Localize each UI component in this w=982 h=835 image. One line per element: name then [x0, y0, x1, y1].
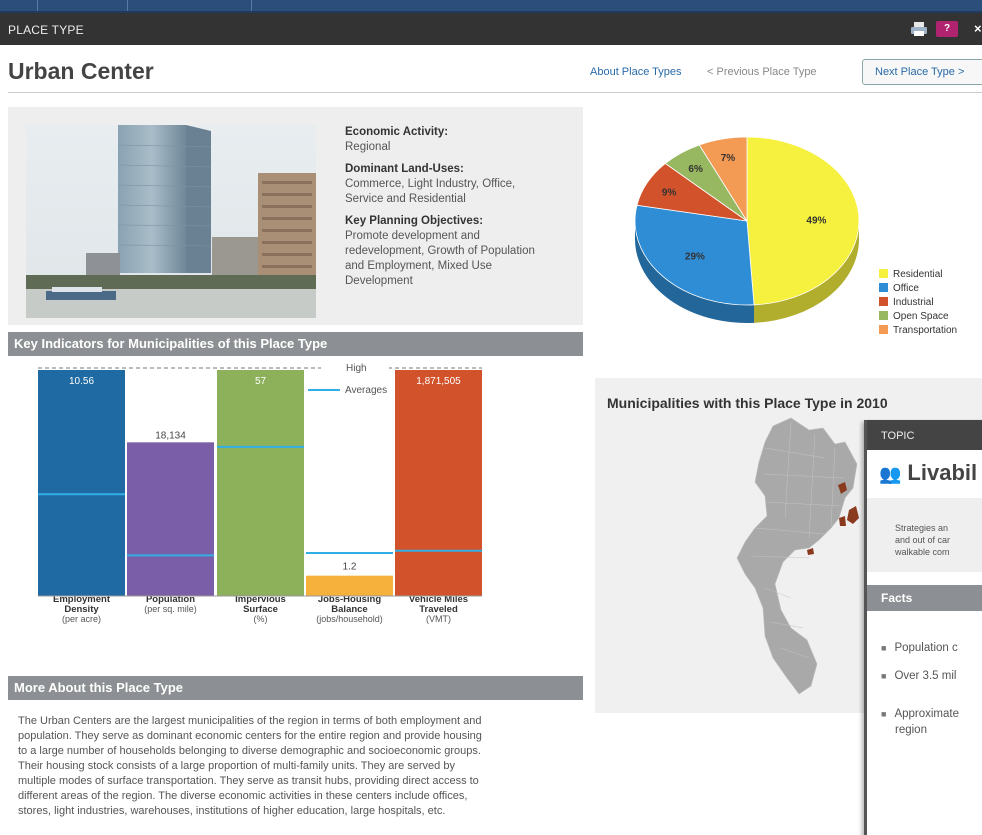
indicator-bar — [38, 370, 125, 596]
top-strip — [0, 0, 982, 13]
people-icon: 👥 — [879, 464, 902, 484]
pie-slice-label: 7% — [721, 153, 736, 164]
topic-title: 👥 Livabil — [879, 460, 977, 486]
fact-text: Over 3.5 mil — [894, 670, 957, 682]
averages-label: Averages — [345, 385, 387, 396]
land-uses-value: Commerce, Light Industry, Office, Servic… — [345, 177, 575, 207]
fact-text: Population c — [894, 642, 958, 654]
objectives-line: redevelopment, Growth of Population — [345, 245, 535, 257]
bullet-icon: ■ — [881, 709, 887, 719]
land-uses-line: Commerce, Light Industry, Office, — [345, 178, 516, 190]
description-line: multiple modes of surface transportation… — [18, 775, 479, 787]
page-title: Urban Center — [8, 58, 154, 84]
indicator-unit: (jobs/household) — [316, 614, 383, 624]
indicator-bar — [217, 370, 304, 596]
close-icon[interactable]: × — [974, 21, 982, 36]
key-indicators-chart: HighAverages10.56EmploymentDensity(per a… — [38, 363, 482, 624]
place-type-description: The Urban Centers are the largest munici… — [18, 714, 578, 819]
indicator-value-label: 10.56 — [69, 376, 94, 387]
next-place-type-button[interactable]: Next Place Type > — [862, 59, 982, 85]
objectives-label: Key Planning Objectives: — [345, 215, 484, 227]
indicator-unit: (per acre) — [62, 614, 101, 624]
pie-slice-label: 29% — [685, 251, 705, 262]
description-line: stores, light industries, warehouses, in… — [18, 805, 446, 817]
about-place-types-link[interactable]: About Place Types — [590, 66, 682, 78]
previous-place-type-link[interactable]: < Previous Place Type — [707, 66, 817, 78]
fact-text: Approximate — [894, 708, 959, 720]
fact-text: region — [895, 724, 927, 736]
description-line: to a large number of households belongin… — [18, 745, 481, 757]
help-button[interactable]: ? — [936, 21, 958, 37]
place-type-attributes: Economic Activity: Regional Dominant Lan… — [345, 125, 575, 296]
economic-activity-label: Economic Activity: — [345, 126, 449, 138]
indicator-value-label: 57 — [255, 376, 267, 387]
land-uses-label: Dominant Land-Uses: — [345, 163, 464, 175]
bullet-icon: ■ — [881, 671, 887, 681]
pie-slice-label: 9% — [662, 187, 677, 198]
legend-label: Transportation — [893, 325, 958, 336]
objectives-value: Promote development and redevelopment, G… — [345, 229, 575, 289]
indicator-unit: (per sq. mile) — [144, 604, 197, 614]
topic-desc-line: walkable com — [895, 547, 950, 557]
description-line: The Urban Centers are the largest munici… — [18, 715, 482, 727]
topic-description: Strategies an and out of car walkable co… — [867, 498, 982, 572]
key-indicators-heading: Key Indicators for Municipalities of thi… — [8, 332, 583, 356]
pie-legend: Residential Office Industrial Open Space Tra… — [879, 268, 957, 338]
fact-item: ■ Over 3.5 mil — [881, 668, 956, 684]
place-type-summary: Economic Activity: Regional Dominant Lan… — [8, 107, 583, 325]
legend-label: Residential — [893, 269, 943, 280]
bullet-icon: ■ — [881, 643, 887, 653]
indicator-unit: (VMT) — [426, 614, 451, 624]
legend-swatch — [879, 311, 888, 320]
legend-swatch — [879, 325, 888, 334]
fact-item: ■ Population c — [881, 640, 958, 656]
legend-item: Open Space — [879, 310, 957, 324]
place-type-window: { "window": { "title": "PLACE TYPE", "he… — [0, 0, 982, 835]
pie-slice-label: 6% — [688, 164, 703, 175]
window-title: PLACE TYPE — [8, 23, 84, 37]
legend-label: Open Space — [893, 311, 949, 322]
indicator-bar — [127, 442, 214, 596]
fact-item: ■ Approximate region — [881, 706, 959, 738]
legend-swatch — [879, 297, 888, 306]
indicator-unit: (%) — [254, 614, 268, 624]
facts-heading: Facts — [867, 585, 982, 611]
legend-item: Transportation — [879, 324, 957, 338]
legend-label: Industrial — [893, 297, 934, 308]
objectives-line: Development — [345, 275, 413, 287]
print-icon[interactable] — [910, 21, 928, 37]
header-divider — [8, 92, 982, 93]
pie-slice-label: 49% — [806, 215, 826, 226]
description-line: different areas of the region. The diver… — [18, 790, 468, 802]
more-about-heading: More About this Place Type — [8, 676, 583, 700]
economic-activity-value: Regional — [345, 141, 391, 153]
indicator-value-label: 18,134 — [155, 430, 186, 441]
indicator-bar — [395, 370, 482, 596]
urban-center-photo — [26, 125, 316, 318]
objectives-line: Promote development and — [345, 230, 480, 242]
legend-item: Residential — [879, 268, 957, 282]
legend-swatch — [879, 283, 888, 292]
description-line: Their housing stock consists of a large … — [18, 760, 455, 772]
topic-desc-line: Strategies an — [895, 523, 949, 533]
legend-item: Office — [879, 282, 957, 296]
legend-swatch — [879, 269, 888, 278]
indicator-bar — [306, 575, 393, 596]
high-label: High — [346, 363, 367, 374]
indicator-value-label: 1.2 — [343, 562, 357, 573]
description-line: population. They serve as dominant econo… — [18, 730, 482, 742]
land-uses-line: Service and Residential — [345, 193, 466, 205]
topic-bar: TOPIC — [867, 420, 982, 450]
legend-label: Office — [893, 283, 919, 294]
topic-title-text: Livabil — [907, 460, 978, 485]
legend-item: Industrial — [879, 296, 957, 310]
objectives-line: and Employment, Mixed Use — [345, 260, 493, 272]
topic-popup: TOPIC 👥 Livabil Strategies an and out of … — [864, 420, 982, 835]
topic-desc-line: and out of car — [895, 535, 951, 545]
indicator-value-label: 1,871,505 — [416, 376, 461, 387]
map-title: Municipalities with this Place Type in 2… — [607, 395, 888, 411]
window-title-bar: PLACE TYPE ? × — [0, 13, 982, 45]
